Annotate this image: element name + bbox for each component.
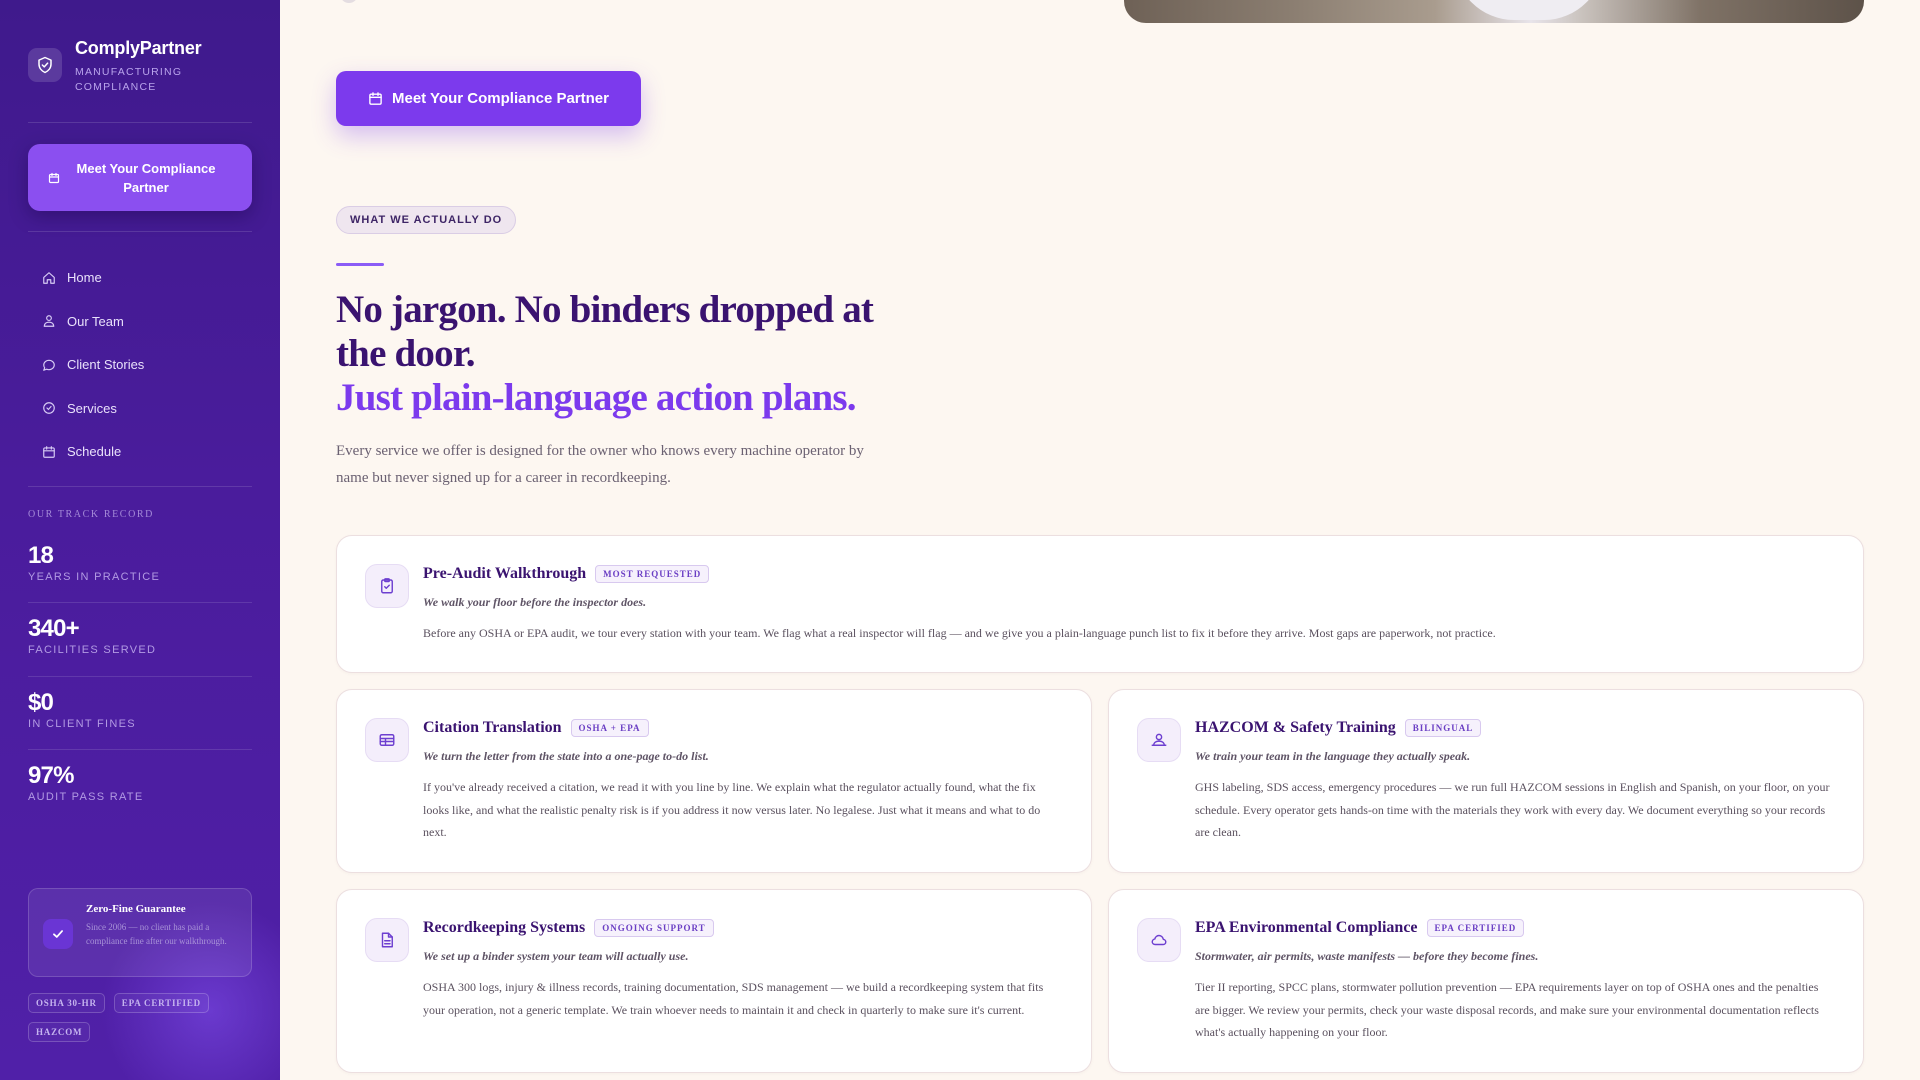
brand[interactable]: ComplyPartner MANUFACTURING COMPLIANCE xyxy=(28,38,205,95)
stat-label: AUDIT PASS RATE xyxy=(28,791,144,803)
scroll-indicator-dot xyxy=(340,0,358,3)
stat-facilities: 340+ FACILITIES SERVED xyxy=(28,615,252,656)
service-badge: ONGOING SUPPORT xyxy=(594,919,714,937)
hero-image xyxy=(1124,0,1864,23)
trainer-icon xyxy=(1137,718,1181,762)
service-tagline: We walk your floor before the inspector … xyxy=(423,595,647,609)
stat-label: YEARS IN PRACTICE xyxy=(28,571,161,583)
stat-divider xyxy=(28,749,252,750)
service-title: EPA Environmental Compliance xyxy=(1195,919,1418,936)
meet-partner-label: Meet Your Compliance Partner xyxy=(391,90,609,107)
home-icon xyxy=(43,271,55,284)
clipboard-check-icon xyxy=(365,564,409,608)
service-badge: MOST REQUESTED xyxy=(595,565,710,583)
nav-item-label: Our Team xyxy=(67,313,124,329)
nav-item-label: Home xyxy=(67,270,102,286)
service-card-citation[interactable]: Citation Translation OSHA + EPA We turn … xyxy=(336,689,1092,873)
nav-item-client-stories[interactable]: Client Stories xyxy=(28,343,252,387)
stat-fines: $0 IN CLIENT FINES xyxy=(28,689,252,730)
nav-item-label: Schedule xyxy=(67,444,122,460)
service-title: Pre-Audit Walkthrough xyxy=(423,565,587,582)
service-tagline: We train your team in the language they … xyxy=(1195,749,1471,763)
service-tagline: We set up a binder system your team will… xyxy=(423,949,689,963)
service-tagline: We turn the letter from the state into a… xyxy=(423,749,709,763)
nav-item-our-team[interactable]: Our Team xyxy=(28,300,252,344)
tag-hazcom: HAZCOM xyxy=(28,1022,91,1042)
service-body: OSHA 300 logs, injury & illness records,… xyxy=(423,980,1044,1017)
cloud-icon xyxy=(1137,918,1181,962)
check-icon xyxy=(43,919,73,949)
service-badge: BILINGUAL xyxy=(1404,719,1482,737)
stat-pass-rate: 97% AUDIT PASS RATE xyxy=(28,762,252,803)
nav-item-services[interactable]: Services xyxy=(28,387,252,431)
service-tagline: Stormwater, air permits, waste manifests… xyxy=(1195,949,1539,963)
stat-value: 97% xyxy=(28,762,74,789)
brand-subtitle: MANUFACTURING COMPLIANCE xyxy=(75,66,183,93)
stat-value: 18 xyxy=(28,542,54,569)
service-body: GHS labeling, SDS access, emergency proc… xyxy=(1195,780,1830,839)
guarantee-text: Since 2006 — no client has paid a compli… xyxy=(86,922,227,946)
sidebar-divider xyxy=(28,486,252,487)
nav-item-label: Services xyxy=(67,400,117,416)
guarantee-title: Zero-Fine Guarantee xyxy=(86,903,186,915)
service-badge: EPA CERTIFIED xyxy=(1426,919,1525,937)
file-icon xyxy=(365,918,409,962)
service-card-recordkeeping[interactable]: Recordkeeping Systems ONGOING SUPPORT We… xyxy=(336,889,1092,1073)
brand-name: ComplyPartner xyxy=(75,38,202,58)
shield-check-icon xyxy=(28,48,62,82)
nav-item-schedule[interactable]: Schedule xyxy=(28,430,252,474)
meet-partner-button[interactable]: Meet Your Compliance Partner xyxy=(336,71,641,126)
tag-osha: OSHA 30-HR xyxy=(28,993,105,1013)
document-list-icon xyxy=(365,718,409,762)
stat-label: FACILITIES SERVED xyxy=(28,644,157,656)
service-title: Citation Translation xyxy=(423,719,562,736)
hero-image-figure xyxy=(1454,0,1604,20)
zero-fine-guarantee-card: Zero-Fine Guarantee Since 2006 — no clie… xyxy=(28,888,252,977)
calendar-icon xyxy=(43,445,55,458)
stat-divider xyxy=(28,602,252,603)
stat-label: IN CLIENT FINES xyxy=(28,718,136,730)
headline-line-2: Just plain-language action plans. xyxy=(336,376,857,419)
track-record-title: OUR TRACK RECORD xyxy=(28,509,154,520)
stat-years: 18 YEARS IN PRACTICE xyxy=(28,542,252,583)
service-body: Before any OSHA or EPA audit, we tour ev… xyxy=(423,626,1496,640)
nav-item-home[interactable]: Home xyxy=(28,256,252,300)
section-eyebrow: WHAT WE ACTUALLY DO xyxy=(336,206,517,234)
service-title: Recordkeeping Systems xyxy=(423,919,586,936)
section-lede: Every service we offer is designed for t… xyxy=(336,443,864,486)
sidebar-cta-label: Meet Your Compliance Partner xyxy=(76,160,216,195)
nav-item-label: Client Stories xyxy=(67,357,145,373)
service-card-epa[interactable]: EPA Environmental Compliance EPA CERTIFI… xyxy=(1108,889,1864,1073)
sidebar: ComplyPartner MANUFACTURING COMPLIANCE M… xyxy=(0,0,280,1080)
tag-epa: EPA CERTIFIED xyxy=(113,993,209,1013)
certification-tags: OSHA 30-HR EPA CERTIFIED HAZCOM xyxy=(28,993,252,1042)
calendar-icon xyxy=(48,172,60,183)
service-title: HAZCOM & Safety Training xyxy=(1195,719,1396,736)
accent-line xyxy=(336,263,384,266)
service-body: If you've already received a citation, w… xyxy=(423,780,1041,839)
chat-icon xyxy=(43,359,55,371)
calendar-icon xyxy=(369,92,382,105)
sidebar-meet-partner-button[interactable]: Meet Your Compliance Partner xyxy=(28,144,252,211)
service-body: Tier II reporting, SPCC plans, stormwate… xyxy=(1195,980,1819,1039)
service-card-hazcom[interactable]: HAZCOM & Safety Training BILINGUAL We tr… xyxy=(1108,689,1864,873)
headline-line-1: No jargon. No binders dropped at the doo… xyxy=(336,288,874,375)
check-circle-icon xyxy=(43,402,55,415)
service-card-pre-audit[interactable]: Pre-Audit Walkthrough MOST REQUESTED We … xyxy=(336,535,1864,673)
team-icon xyxy=(43,315,55,328)
service-badge: OSHA + EPA xyxy=(570,719,649,737)
stat-value: 340+ xyxy=(28,615,80,642)
sidebar-divider xyxy=(28,231,252,232)
stat-value: $0 xyxy=(28,689,54,716)
sidebar-nav: Home Our Team Client Stories Services Sc… xyxy=(28,256,252,474)
section-headline: No jargon. No binders dropped at the doo… xyxy=(336,288,896,420)
stat-divider xyxy=(28,676,252,677)
sidebar-divider xyxy=(28,122,252,123)
